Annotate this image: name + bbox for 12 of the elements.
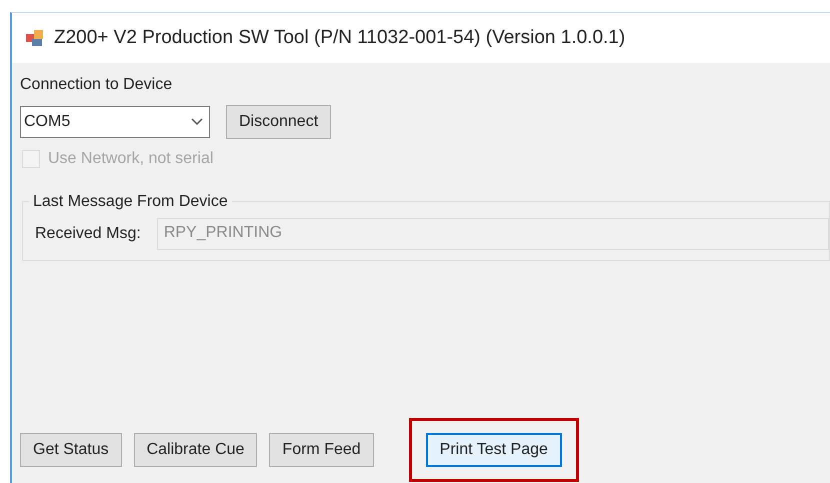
checkbox-label: Use Network, not serial: [48, 149, 214, 169]
action-button[interactable]: Get Status: [20, 433, 122, 467]
field-label: Received Msg:: [35, 224, 141, 244]
port-dropdown[interactable]: COM5: [20, 106, 210, 138]
disconnect-button[interactable]: Disconnect: [226, 105, 332, 139]
chevron-down-icon: [191, 118, 203, 126]
action-button[interactable]: Calibrate Cue: [134, 433, 258, 467]
app-icon: [24, 28, 46, 48]
section-label: Connection to Device: [20, 75, 174, 95]
action-button[interactable]: Print Test Page: [426, 433, 562, 467]
action-button[interactable]: Form Feed: [269, 433, 374, 467]
window-title: Z200+ V2 Production SW Tool (P/N 11032-001-54) (Version 1.0.0.1): [54, 26, 626, 50]
